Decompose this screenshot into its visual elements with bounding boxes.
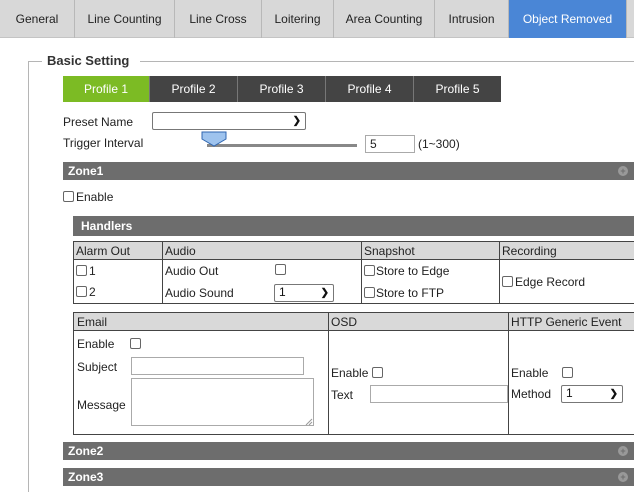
zone3-title: Zone3 — [68, 470, 104, 484]
grid-line — [73, 303, 634, 304]
grid-line — [73, 434, 634, 435]
osd-text-input[interactable] — [370, 385, 508, 403]
store-to-edge-label: Store to Edge — [376, 264, 450, 278]
fieldset-border — [140, 61, 634, 62]
tab-profile-1[interactable]: Profile 1 — [63, 76, 150, 102]
preset-name-select[interactable]: ❯ — [152, 112, 306, 130]
chevron-down-icon: ❯ — [320, 287, 329, 299]
osd-text-label: Text — [331, 388, 354, 402]
grid-line — [73, 241, 634, 242]
audio-out-checkbox[interactable] — [275, 264, 286, 275]
tab-area-counting[interactable]: Area Counting — [334, 0, 435, 38]
snapshot-header: Snapshot — [364, 244, 415, 258]
chevron-down-icon: ❯ — [609, 388, 618, 400]
http-method-label: Method — [511, 387, 552, 401]
trigger-slider-track[interactable] — [207, 144, 357, 147]
audio-header: Audio — [165, 244, 196, 258]
tab-line-counting[interactable]: Line Counting — [75, 0, 175, 38]
grid-line — [73, 312, 74, 435]
zone1-title: Zone1 — [68, 164, 104, 178]
expand-icon[interactable]: + — [618, 166, 628, 176]
tab-profile-2[interactable]: Profile 2 — [150, 76, 238, 102]
zone2-header[interactable]: Zone2 + — [63, 442, 634, 460]
alarm-out-2-label: 2 — [89, 285, 96, 299]
trigger-slider-thumb[interactable] — [201, 131, 227, 147]
grid-line — [508, 312, 509, 435]
trigger-interval-label: Trigger Interval — [63, 136, 144, 150]
alarm-out-1-checkbox[interactable] — [76, 265, 87, 276]
fieldset-border — [28, 61, 42, 62]
tab-profile-5[interactable]: Profile 5 — [414, 76, 501, 102]
preset-name-label: Preset Name — [63, 115, 134, 129]
alarm-out-header: Alarm Out — [76, 244, 131, 258]
tab-intrusion[interactable]: Intrusion — [435, 0, 509, 38]
email-message-textarea[interactable] — [131, 378, 314, 426]
alarm-out-2-checkbox[interactable] — [76, 286, 87, 297]
tab-general[interactable]: General — [0, 0, 75, 38]
profile-tab-bar: Profile 1 Profile 2 Profile 3 Profile 4 … — [63, 76, 501, 102]
audio-sound-value: 1 — [279, 285, 286, 299]
tab-object-removed[interactable]: Object Removed — [509, 0, 627, 38]
http-method-value: 1 — [566, 386, 573, 400]
zone1-enable-checkbox[interactable] — [63, 191, 74, 202]
email-message-label: Message — [77, 398, 126, 412]
zone1-enable-label: Enable — [76, 190, 114, 204]
email-enable-checkbox[interactable] — [130, 338, 141, 349]
store-to-edge-checkbox[interactable] — [364, 265, 375, 276]
email-enable-label: Enable — [77, 337, 115, 351]
tab-line-cross[interactable]: Line Cross — [175, 0, 262, 38]
grid-line — [499, 241, 500, 304]
expand-icon[interactable]: + — [618, 446, 628, 456]
grid-line — [73, 259, 634, 260]
http-method-select[interactable]: 1 ❯ — [561, 385, 623, 403]
http-enable-label: Enable — [511, 366, 549, 380]
zone3-header[interactable]: Zone3 + — [63, 468, 634, 486]
alarm-out-1-label: 1 — [89, 264, 96, 278]
fieldset-border — [28, 61, 29, 492]
email-subject-label: Subject — [77, 360, 118, 374]
grid-line — [73, 312, 634, 313]
zone2-title: Zone2 — [68, 444, 104, 458]
grid-line — [162, 241, 163, 304]
email-header: Email — [77, 315, 108, 329]
recording-header: Recording — [502, 244, 557, 258]
audio-out-label: Audio Out — [165, 264, 219, 278]
grid-line — [73, 330, 634, 331]
grid-line — [328, 312, 329, 435]
chevron-down-icon: ❯ — [292, 115, 301, 127]
expand-icon[interactable]: + — [618, 472, 628, 482]
osd-enable-checkbox[interactable] — [372, 367, 383, 378]
edge-record-label: Edge Record — [515, 275, 586, 289]
handlers-header: Handlers — [73, 216, 634, 236]
tab-loitering[interactable]: Loitering — [262, 0, 334, 38]
zone1-header[interactable]: Zone1 + — [63, 162, 634, 180]
grid-line — [361, 241, 362, 304]
http-event-header: HTTP Generic Event — [511, 315, 622, 329]
tab-profile-4[interactable]: Profile 4 — [326, 76, 414, 102]
store-to-ftp-label: Store to FTP — [376, 286, 445, 300]
tab-profile-3[interactable]: Profile 3 — [238, 76, 326, 102]
trigger-range-hint: (1~300) — [418, 137, 460, 151]
grid-line — [73, 241, 74, 304]
store-to-ftp-checkbox[interactable] — [364, 287, 375, 298]
basic-setting-legend: Basic Setting — [44, 53, 133, 68]
audio-sound-label: Audio Sound — [165, 286, 234, 300]
osd-enable-label: Enable — [331, 366, 369, 380]
http-enable-checkbox[interactable] — [562, 367, 573, 378]
email-subject-input[interactable] — [131, 357, 304, 375]
top-tab-bar: General Line Counting Line Cross Loiteri… — [0, 0, 634, 38]
edge-record-checkbox[interactable] — [502, 276, 513, 287]
audio-sound-select[interactable]: 1 ❯ — [274, 284, 334, 302]
resize-grip-icon[interactable] — [305, 418, 313, 426]
trigger-interval-input[interactable]: 5 — [365, 135, 415, 153]
osd-header: OSD — [331, 315, 358, 329]
